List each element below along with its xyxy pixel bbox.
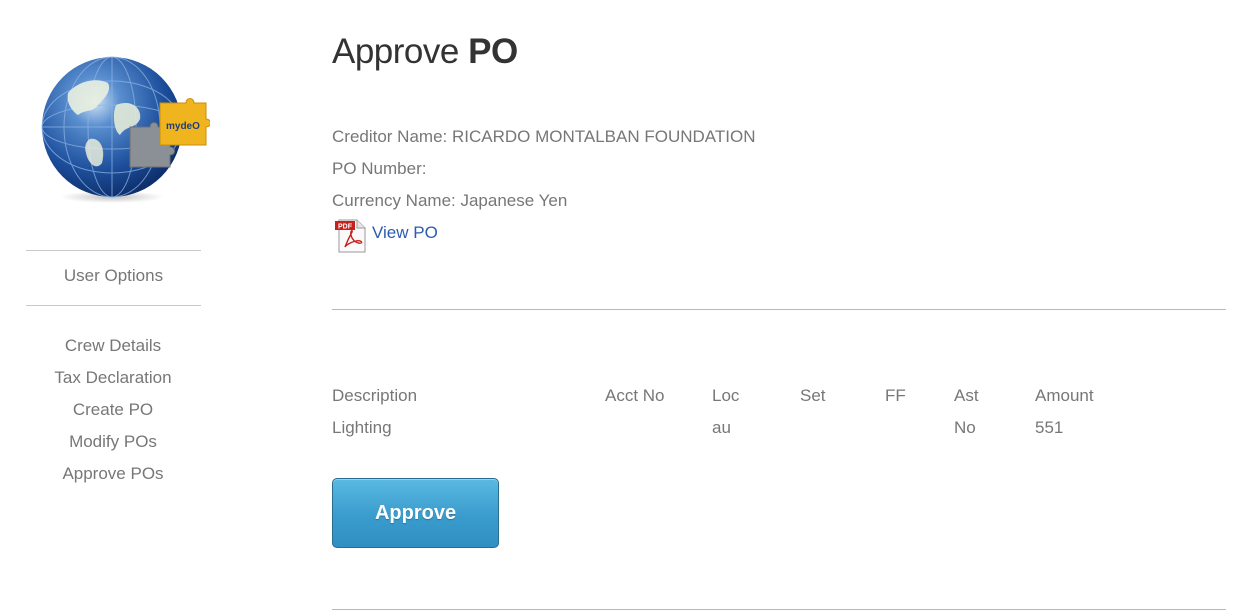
table-header-row: Description Acct No Loc Set FF Ast Amoun… <box>332 380 1135 412</box>
sidebar-item-tax-declaration[interactable]: Tax Declaration <box>0 362 226 394</box>
cell-amount: 551 <box>1035 418 1064 437</box>
column-header-amount: Amount <box>1035 386 1094 405</box>
table-row: Lighting au No 551 <box>332 412 1135 444</box>
sidebar-divider <box>26 250 201 251</box>
cell-ast: No <box>954 418 976 437</box>
cell-acct-no <box>605 412 712 444</box>
sidebar-item-crew-details[interactable]: Crew Details <box>0 330 226 362</box>
column-header-acct-no: Acct No <box>605 386 665 405</box>
pdf-icon-label: PDF <box>338 224 353 231</box>
sidebar-heading: User Options <box>63 266 164 285</box>
sidebar-item-create-po[interactable]: Create PO <box>0 394 226 426</box>
view-po-link[interactable]: View PO <box>372 223 438 243</box>
cell-ff <box>885 412 954 444</box>
cell-description: Lighting <box>332 418 392 437</box>
currency-name: Currency Name: Japanese Yen <box>332 191 568 210</box>
creditor-name: Creditor Name: RICARDO MONTALBAN FOUNDAT… <box>332 127 756 146</box>
page-title: Approve PO <box>332 32 518 72</box>
cell-loc: au <box>712 418 731 437</box>
view-po-row: PDF View PO <box>335 219 438 253</box>
cell-set <box>800 412 885 444</box>
sidebar-divider <box>26 305 201 306</box>
logo-wordmark: mydeO <box>166 121 200 132</box>
sidebar: mydeO User Options Crew Details Tax Decl… <box>0 0 226 612</box>
column-header-loc: Loc <box>712 386 740 405</box>
globe-logo: mydeO <box>38 55 211 205</box>
sidebar-item-modify-pos[interactable]: Modify POs <box>0 426 226 458</box>
globe-logo-image: mydeO <box>41 56 211 203</box>
section-divider <box>332 309 1226 310</box>
column-header-set: Set <box>800 386 826 405</box>
approve-button[interactable]: Approve <box>332 478 499 548</box>
column-header-ast: Ast <box>954 386 979 405</box>
page-title-bold: PO <box>468 32 518 71</box>
sidebar-item-approve-pos[interactable]: Approve POs <box>0 458 226 490</box>
column-header-description: Description <box>332 386 418 405</box>
po-items-table: Description Acct No Loc Set FF Ast Amoun… <box>332 380 1135 444</box>
page-title-prefix: Approve <box>332 32 459 71</box>
po-number: PO Number: <box>332 159 427 178</box>
column-header-ff: FF <box>885 386 906 405</box>
bottom-divider <box>332 609 1226 610</box>
sidebar-nav: Crew Details Tax Declaration Create PO M… <box>0 330 226 490</box>
pdf-icon[interactable]: PDF <box>335 219 367 253</box>
